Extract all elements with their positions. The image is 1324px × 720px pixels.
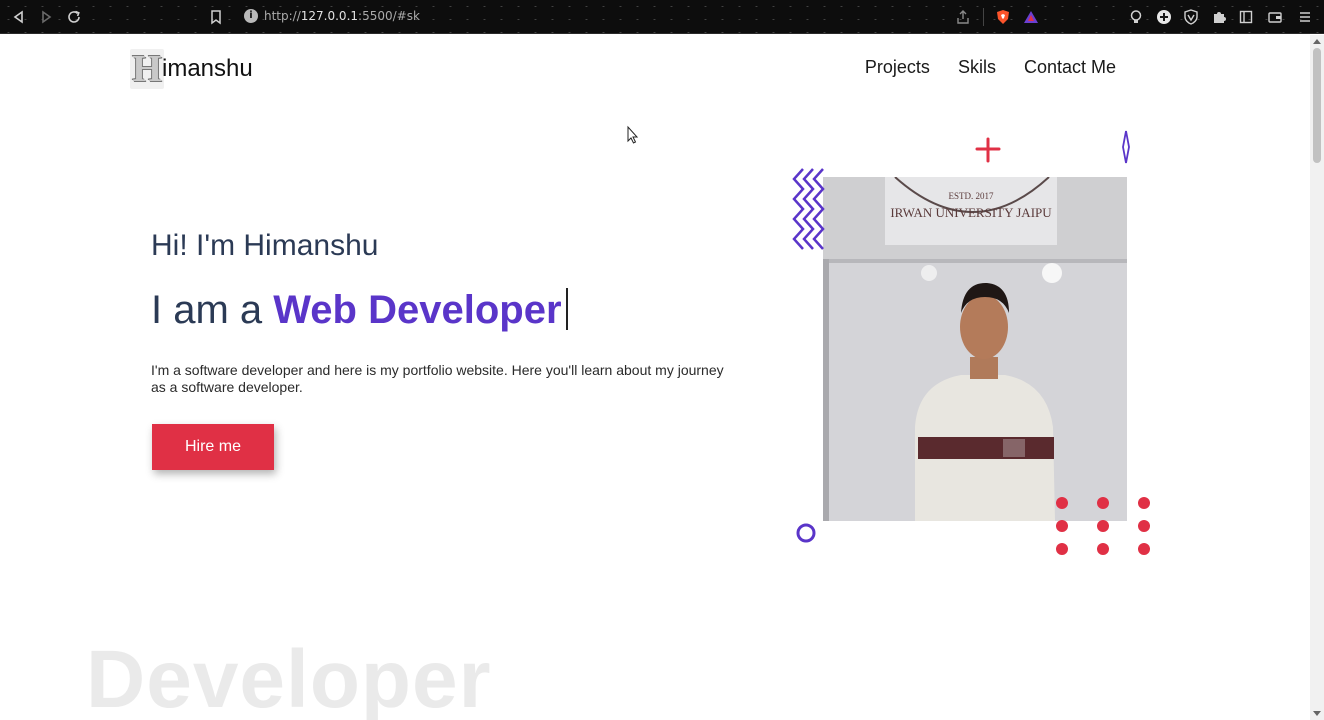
banner-text: IRWAN UNIVERSITY JAIPU [890, 205, 1052, 220]
url-path: :5500/#sk [358, 9, 420, 23]
scroll-up-icon[interactable] [1313, 39, 1321, 44]
sidebar-icon[interactable] [1238, 9, 1254, 25]
brave-rewards-icon[interactable] [1023, 9, 1039, 25]
scroll-thumb[interactable] [1313, 48, 1321, 163]
nav-contact[interactable]: Contact Me [1024, 57, 1116, 78]
mouse-cursor [627, 125, 639, 144]
role-prefix: I am a [151, 288, 274, 332]
profile-photo: IRWAN UNIVERSITY JAIPU ESTD. 2017 [823, 177, 1127, 521]
share-icon[interactable] [955, 9, 971, 25]
url-prefix: http:// [264, 9, 301, 23]
toolbar-divider [983, 8, 984, 26]
browser-toolbar: i http://127.0.0.1:5500/#sk [0, 0, 1324, 34]
role-accent: Web Developer [273, 288, 562, 332]
typing-caret [565, 288, 568, 330]
hero-description: I'm a software developer and here is my … [151, 362, 724, 395]
logo-text: imanshu [162, 55, 253, 82]
plus-decoration [975, 137, 1001, 163]
lightbulb-extension-icon[interactable] [1128, 9, 1144, 25]
page-viewport: H imanshu Projects Skils Contact Me Hi! … [0, 35, 1310, 720]
background-word: Developer [86, 634, 492, 720]
hero-role: I am a Web Developer [151, 288, 568, 333]
url-host: 127.0.0.1 [300, 9, 359, 23]
vpn-shield-icon[interactable] [1183, 9, 1199, 25]
logo-mark: H [130, 48, 164, 90]
bookmark-icon[interactable] [207, 8, 225, 26]
back-icon[interactable] [10, 8, 28, 26]
reload-icon[interactable] [65, 8, 83, 26]
nav-projects[interactable]: Projects [865, 57, 930, 78]
main-nav: Projects Skils Contact Me [865, 57, 1116, 78]
banner-sub: ESTD. 2017 [949, 191, 995, 201]
wallet-icon[interactable] [1267, 9, 1283, 25]
address-bar[interactable]: i http://127.0.0.1:5500/#sk [236, 5, 1316, 29]
scroll-down-icon[interactable] [1313, 711, 1321, 716]
page-scrollbar[interactable] [1310, 35, 1324, 720]
zigzag-decoration [792, 168, 825, 250]
url-text: http://127.0.0.1:5500/#sk [264, 9, 420, 23]
plus-extension-icon[interactable] [1156, 9, 1172, 25]
hero-greeting: Hi! I'm Himanshu [151, 229, 379, 262]
puzzle-icon[interactable] [1211, 9, 1227, 25]
nav-skills[interactable]: Skils [958, 57, 996, 78]
diamond-decoration [1122, 130, 1130, 164]
hire-me-button[interactable]: Hire me [152, 424, 274, 470]
site-logo[interactable]: H imanshu [130, 48, 253, 90]
menu-icon[interactable] [1297, 9, 1313, 25]
brave-shield-icon[interactable] [995, 9, 1011, 25]
ring-decoration [796, 523, 816, 543]
info-icon[interactable]: i [244, 9, 258, 23]
forward-icon[interactable] [37, 8, 55, 26]
